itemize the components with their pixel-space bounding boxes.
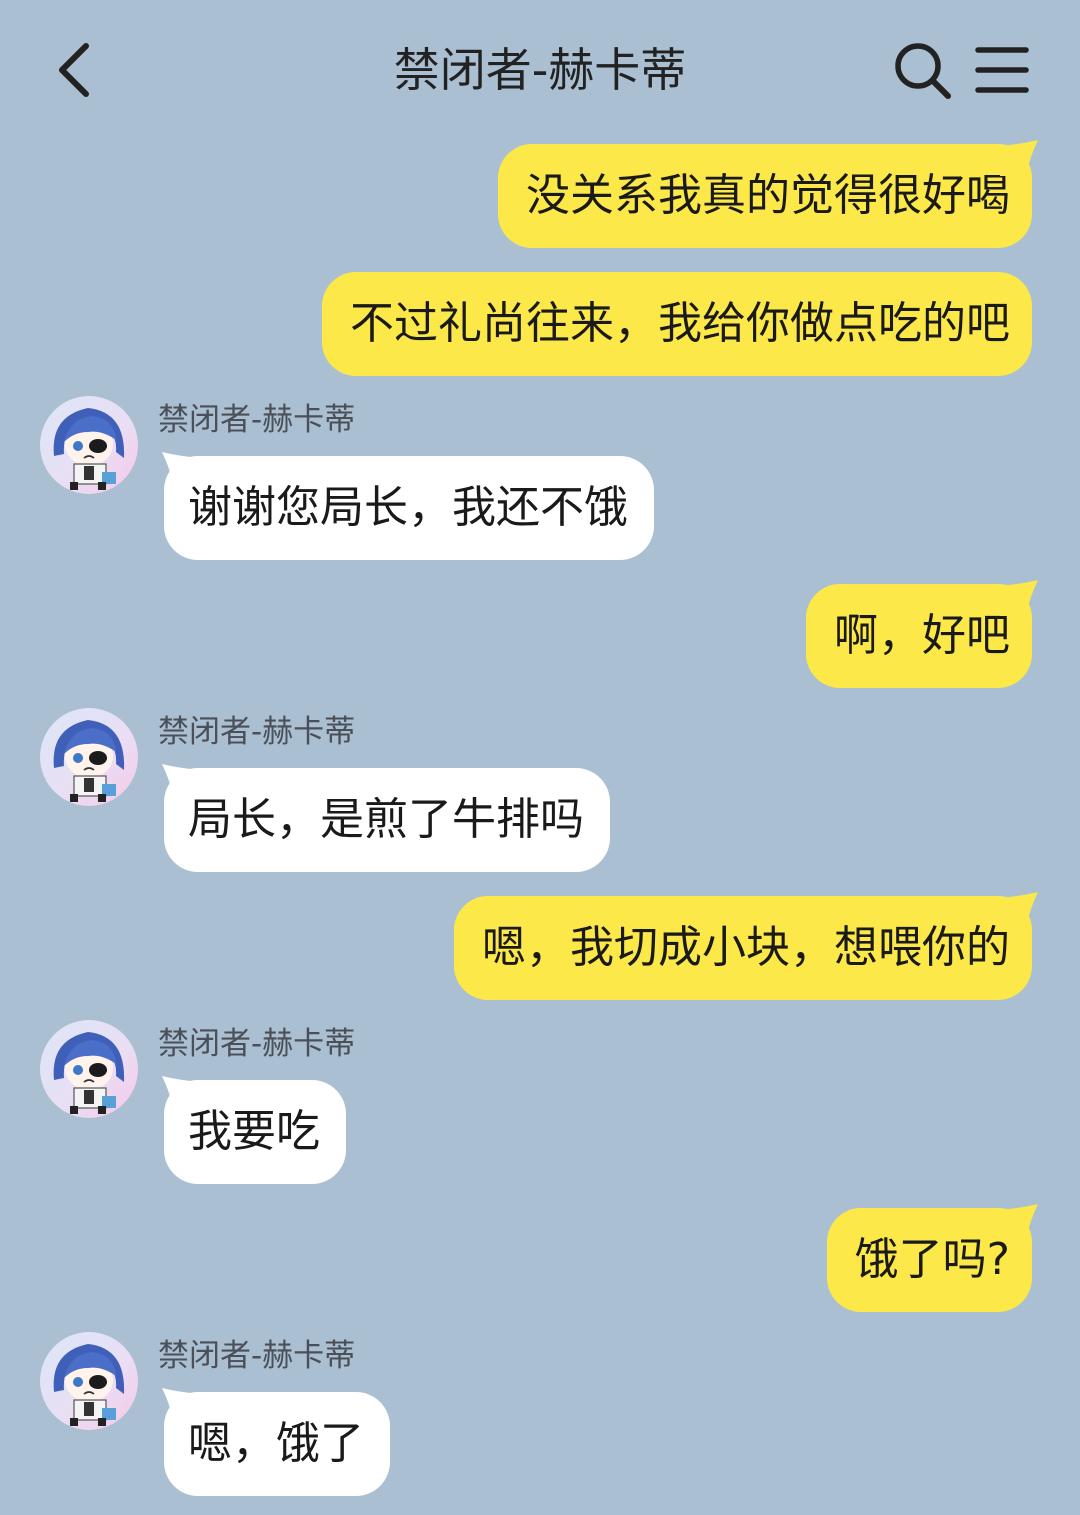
incoming-bubble[interactable]: 嗯，饿了	[164, 1392, 390, 1496]
avatar-image	[40, 1020, 138, 1118]
incoming-bubble[interactable]: 局长，是煎了牛排吗	[164, 768, 610, 872]
menu-button[interactable]	[972, 40, 1032, 100]
bubble-tail	[1000, 1204, 1038, 1240]
bubble-tail	[1000, 892, 1038, 928]
incoming-bubble[interactable]: 我要吃	[164, 1080, 346, 1184]
avatar[interactable]	[40, 708, 138, 806]
outgoing-bubble[interactable]: 没关系我真的觉得很好喝	[498, 144, 1032, 248]
incoming-bubble[interactable]: 谢谢您局长，我还不饿	[164, 456, 654, 560]
sender-name: 禁闭者-赫卡蒂	[158, 1026, 356, 1062]
avatar-image	[40, 1332, 138, 1430]
bubble-tail	[1000, 580, 1038, 616]
sender-name: 禁闭者-赫卡蒂	[158, 402, 356, 438]
sender-name: 禁闭者-赫卡蒂	[158, 1338, 356, 1374]
avatar[interactable]	[40, 396, 138, 494]
sender-name: 禁闭者-赫卡蒂	[158, 714, 356, 750]
search-icon	[895, 43, 951, 99]
outgoing-bubble[interactable]: 啊，好吧	[806, 584, 1032, 688]
back-button[interactable]	[46, 36, 110, 104]
avatar[interactable]	[40, 1332, 138, 1430]
chevron-left-icon	[59, 43, 89, 97]
avatar-image	[40, 396, 138, 494]
avatar[interactable]	[40, 1020, 138, 1118]
top-bar: 禁闭者-赫卡蒂	[0, 0, 1080, 140]
outgoing-bubble[interactable]: 不过礼尚往来，我给你做点吃的吧	[322, 272, 1032, 376]
search-button[interactable]	[890, 38, 956, 104]
avatar-image	[40, 708, 138, 806]
outgoing-bubble[interactable]: 嗯，我切成小块，想喂你的	[454, 896, 1032, 1000]
hamburger-menu-icon	[975, 47, 1029, 93]
bubble-tail	[1000, 140, 1038, 176]
